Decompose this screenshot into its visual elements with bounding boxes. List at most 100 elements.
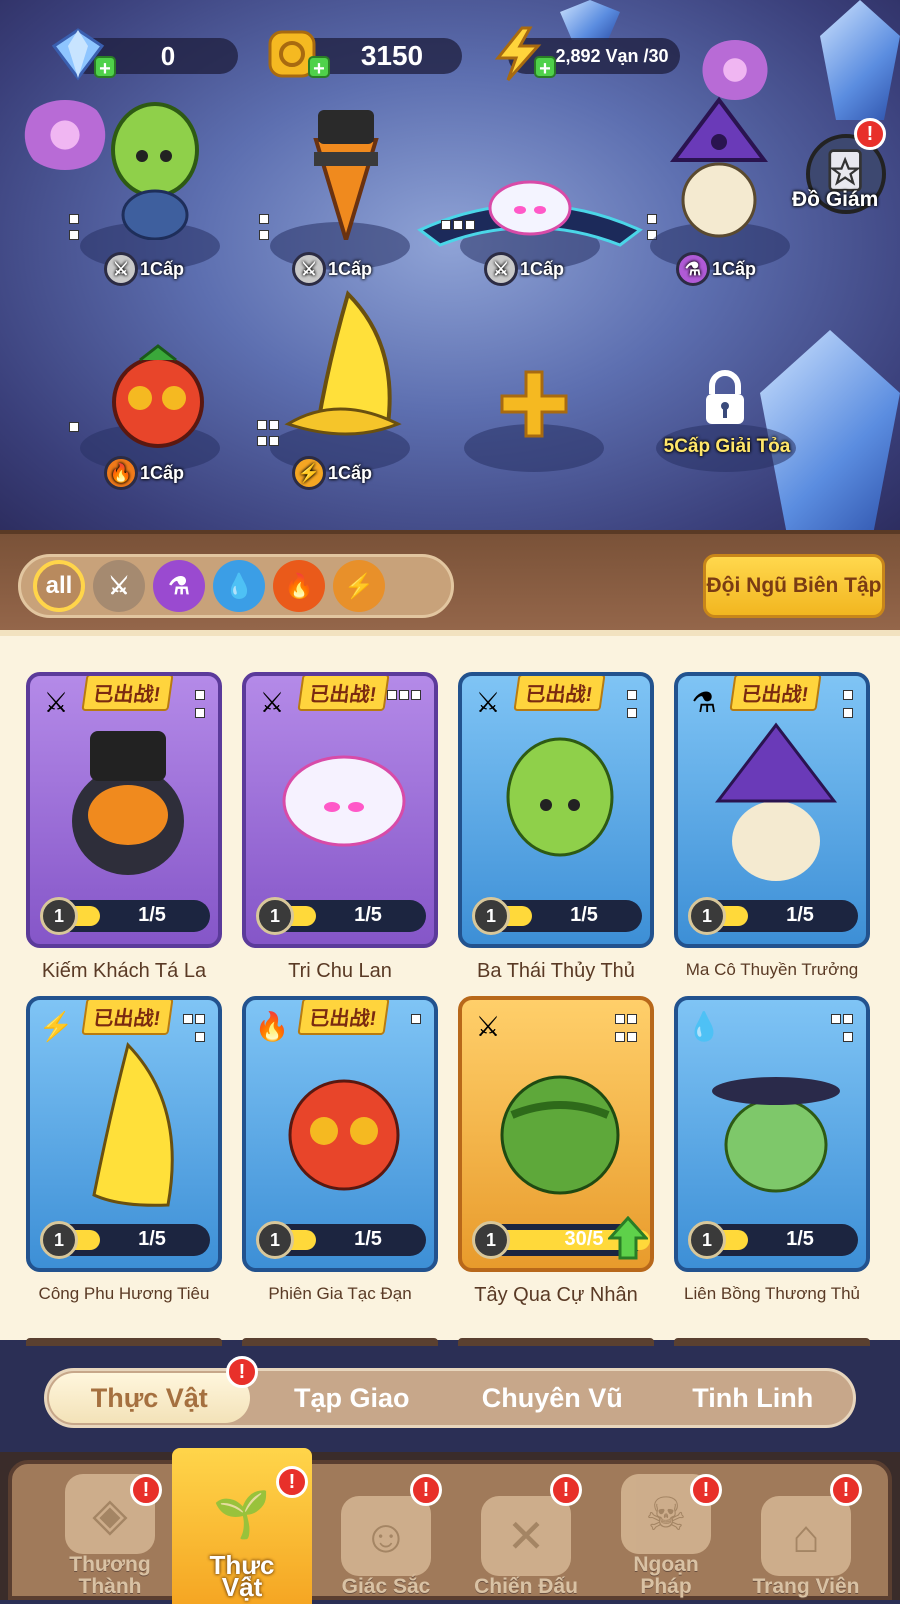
star-rank-indicator bbox=[440, 218, 476, 234]
star-rank-indicator bbox=[258, 212, 270, 244]
tab-weapons[interactable]: Chuyên Vũ bbox=[452, 1371, 653, 1425]
plant-card-name: Kiếm Khách Tá La bbox=[41, 960, 207, 982]
card-level: 1 bbox=[688, 897, 726, 935]
team-slot-2[interactable] bbox=[296, 100, 396, 240]
lightning-icon: ⚡ bbox=[344, 572, 374, 600]
card-progress-bar: 1 1/5 bbox=[688, 897, 858, 935]
deployed-badge: 已出战! bbox=[297, 1000, 390, 1035]
fire-icon: 🔥 bbox=[284, 572, 314, 600]
kungfu-banana-icon bbox=[284, 290, 402, 436]
card-level: 1 bbox=[256, 897, 294, 935]
plant-card[interactable]: ⚡ 已出战! 1 1/5 bbox=[26, 996, 222, 1272]
nav-alert-badge: ! bbox=[550, 1474, 582, 1506]
add-team-member-button[interactable] bbox=[498, 368, 570, 440]
star-rank-indicator bbox=[842, 688, 854, 724]
team-slot-level: ⚔ 1Cấp bbox=[484, 252, 564, 286]
plant-card[interactable]: ⚗ 已出战! 1 1/5 bbox=[674, 672, 870, 948]
card-progress-bar: 1 1/5 bbox=[688, 1221, 858, 1259]
crystal-decoration bbox=[820, 0, 900, 120]
potion-icon: ⚗ bbox=[168, 572, 190, 600]
edit-team-button[interactable]: Đội Ngũ Biên Tập bbox=[703, 554, 885, 618]
plant-card-name: Công Phu Hương Tiêu bbox=[38, 1284, 210, 1303]
card-level: 1 bbox=[472, 1221, 510, 1259]
plants-icon: 🌱 bbox=[213, 1487, 271, 1540]
filter-water-button[interactable]: 💧 bbox=[213, 560, 265, 612]
gems-counter[interactable]: + 0 bbox=[51, 28, 238, 81]
coins-counter[interactable]: + 3150 bbox=[268, 30, 462, 80]
element-icon: ⚔ bbox=[43, 686, 69, 718]
filter-all-button[interactable]: all bbox=[33, 560, 85, 612]
sword-icon: ⚔ bbox=[104, 252, 138, 286]
filter-bar: all ⚔ ⚗ 💧 🔥 ⚡ Đội Ngũ Biên Tập bbox=[0, 530, 900, 630]
element-icon: 🔥 bbox=[254, 1010, 290, 1042]
crystal-decoration bbox=[560, 0, 620, 40]
plant-card[interactable]: 💧 1 1/5 bbox=[674, 996, 870, 1272]
add-coins-button[interactable]: + bbox=[308, 56, 330, 80]
element-icon: ⚗ bbox=[691, 686, 717, 718]
plant-card[interactable]: 🔥 已出战! 1 1/5 bbox=[242, 996, 438, 1272]
filter-potion-button[interactable]: ⚗ bbox=[153, 560, 205, 612]
character-icon: ☺ bbox=[341, 1496, 431, 1576]
card-progress-bar: 1 1/5 bbox=[256, 897, 426, 935]
nav-alert-badge: ! bbox=[276, 1466, 308, 1498]
filter-sword-button[interactable]: ⚔ bbox=[93, 560, 145, 612]
nav-alert-badge: ! bbox=[410, 1474, 442, 1506]
card-progress-text: 1/5 bbox=[138, 904, 166, 926]
ninja-carrot-icon bbox=[313, 110, 379, 240]
plant-portrait bbox=[60, 1040, 196, 1210]
tab-hybrid[interactable]: Tạp Giao bbox=[252, 1371, 453, 1425]
team-slot-1[interactable] bbox=[100, 90, 210, 240]
energy-counter[interactable]: + 2,892 Vạn /30 bbox=[494, 26, 680, 81]
battle-icon: ✕ bbox=[481, 1496, 571, 1576]
star-rank-indicator bbox=[68, 420, 80, 436]
add-gems-button[interactable]: + bbox=[94, 56, 116, 80]
plant-card[interactable]: ⚔ 已出战! 1 1/5 bbox=[26, 672, 222, 948]
plant-card-name: Ma Cô Thuyền Trưởng bbox=[685, 960, 859, 979]
deployed-badge: 已出战! bbox=[81, 1000, 174, 1035]
collection-alert-badge: ! bbox=[854, 118, 886, 150]
card-progress-text: 1/5 bbox=[354, 1228, 382, 1250]
plant-portrait bbox=[60, 716, 196, 886]
tab-spirits[interactable]: Tinh Linh bbox=[653, 1371, 854, 1425]
upgrade-arrow-icon[interactable] bbox=[606, 1215, 650, 1260]
plant-card-name: Liên Bồng Thương Thủ bbox=[684, 1284, 860, 1303]
star-rank-indicator bbox=[386, 688, 422, 706]
card-row-divider bbox=[242, 1338, 438, 1346]
deployed-badge: 已出战! bbox=[513, 676, 606, 711]
plant-card[interactable]: ⚔ 1 30/5 bbox=[458, 996, 654, 1272]
team-scene: + 0 + 3150 + 2,892 Vạn /30 ! Đồ Giám ⚔ 1C… bbox=[0, 0, 900, 540]
filter-lightning-button[interactable]: ⚡ bbox=[333, 560, 385, 612]
spider-orchid-icon bbox=[417, 180, 643, 247]
team-slot-5[interactable] bbox=[100, 340, 220, 450]
team-slot-3[interactable] bbox=[410, 160, 650, 260]
add-energy-button[interactable]: + bbox=[534, 56, 556, 80]
plant-portrait bbox=[492, 1040, 628, 1210]
gems-value: 0 bbox=[160, 40, 176, 71]
element-icon: 💧 bbox=[686, 1010, 722, 1042]
element-icon: ⚔ bbox=[259, 686, 285, 718]
plant-card[interactable]: ⚔ 已出战! 1 1/5 bbox=[458, 672, 654, 948]
potion-icon: ⚗ bbox=[676, 252, 710, 286]
team-slot-4[interactable] bbox=[664, 90, 774, 240]
card-level: 1 bbox=[40, 897, 78, 935]
nav-alert-badge: ! bbox=[830, 1474, 862, 1506]
team-slot-level: ⚔ 1Cấp bbox=[292, 252, 372, 286]
card-progress-bar: 1 1/5 bbox=[40, 897, 210, 935]
plant-portrait bbox=[708, 1040, 844, 1210]
filter-fire-button[interactable]: 🔥 bbox=[273, 560, 325, 612]
tab-plants[interactable]: Thực Vật bbox=[49, 1373, 250, 1423]
plant-card-name: Phiên Gia Tạc Đạn bbox=[268, 1284, 412, 1303]
card-progress-text: 1/5 bbox=[138, 1228, 166, 1250]
manor-icon: ⌂ bbox=[761, 1496, 851, 1576]
plant-card[interactable]: ⚔ 已出战! 1 1/5 bbox=[242, 672, 438, 948]
bottom-navigation: ◈ Thương Thành 🌱 Thực Vật ☺ Giác Sắc ✕ C… bbox=[0, 1448, 900, 1604]
card-row-divider bbox=[674, 1338, 870, 1346]
team-slot-6[interactable] bbox=[278, 284, 418, 444]
card-row-divider bbox=[458, 1338, 654, 1346]
star-rank-indicator bbox=[256, 418, 280, 450]
fire-icon: 🔥 bbox=[104, 456, 138, 490]
card-progress-text: 1/5 bbox=[786, 904, 814, 926]
star-rank-indicator bbox=[194, 688, 206, 724]
sailor-lettuce-icon bbox=[111, 102, 199, 240]
team-slot-level: 🔥 1Cấp bbox=[104, 456, 184, 490]
